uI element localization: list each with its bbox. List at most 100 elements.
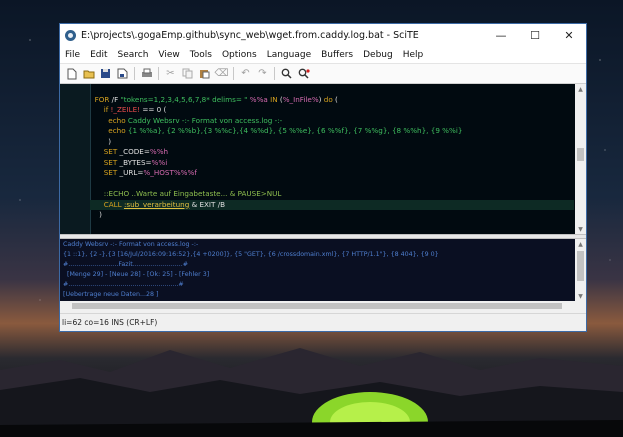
code-line[interactable]: 64 bbox=[90, 221, 574, 232]
output-line: [Menge 29] - [Neue 28] - [Ok: 25] - [Feh… bbox=[63, 271, 210, 278]
code-token: %%i bbox=[151, 157, 168, 167]
minimize-button[interactable]: — bbox=[484, 24, 518, 46]
code-area[interactable]: 51 52 FOR /F "tokens=1,2,3,4,5,6,7,8* de… bbox=[90, 84, 574, 234]
output-line: #.......................................… bbox=[63, 281, 184, 288]
menu-language[interactable]: Language bbox=[262, 50, 316, 60]
toolbar-separator bbox=[274, 67, 275, 80]
find-icon[interactable] bbox=[279, 66, 294, 81]
menu-file[interactable]: File bbox=[60, 50, 85, 60]
code-token: %_HOST%%%f bbox=[143, 168, 197, 177]
code-token: == 0 ( bbox=[142, 105, 167, 114]
undo-icon[interactable]: ↶ bbox=[238, 66, 253, 81]
scroll-thumb[interactable] bbox=[577, 251, 584, 281]
code-line[interactable]: 62 CALL :sub_verarbeitung & EXIT /B bbox=[90, 199, 574, 210]
title-bar[interactable]: E:\projects\.gogaEmp.github\sync_web\wge… bbox=[60, 24, 586, 46]
maximize-button[interactable]: ☐ bbox=[518, 24, 552, 46]
code-token: echo bbox=[94, 115, 128, 125]
code-editor[interactable]: 51 52 FOR /F "tokens=1,2,3,4,5,6,7,8* de… bbox=[60, 84, 586, 234]
code-token: & EXIT /B bbox=[189, 199, 226, 209]
code-line[interactable]: 59 SET _URL=%_HOST%%%f bbox=[90, 168, 574, 179]
code-token: Caddy Websrv -:- Format von access.log -… bbox=[127, 115, 283, 125]
code-token: {1 %%a}, {2 %%b},{3 %%c},{4 %%d}, {5 %%e… bbox=[127, 126, 463, 135]
code-token: echo bbox=[94, 126, 128, 135]
toolbar-separator bbox=[134, 67, 135, 80]
line-number-gutter bbox=[60, 84, 91, 234]
scroll-down-arrow-icon[interactable]: ▼ bbox=[575, 291, 586, 301]
status-text: li=62 co=16 INS (CR+LF) bbox=[62, 318, 158, 327]
code-token: ) bbox=[94, 136, 112, 146]
code-line[interactable]: 51 bbox=[90, 84, 574, 95]
code-line[interactable]: 60 bbox=[90, 179, 574, 190]
print-icon[interactable] bbox=[139, 66, 154, 81]
window-title: E:\projects\.gogaEmp.github\sync_web\wge… bbox=[81, 29, 419, 41]
menu-search[interactable]: Search bbox=[113, 50, 154, 60]
output-line: #.........................Fazit.........… bbox=[63, 261, 189, 268]
code-token: ::ECHO ..Warte auf Eingabetaste... & PAU… bbox=[94, 189, 282, 198]
code-token: ) bbox=[94, 210, 102, 219]
menu-bar: File Edit Search View Tools Options Lang… bbox=[60, 46, 586, 63]
code-token: /F bbox=[111, 94, 121, 104]
code-line[interactable]: 52 FOR /F "tokens=1,2,3,4,5,6,7,8* delim… bbox=[90, 95, 574, 106]
code-token: %_InFile% bbox=[282, 94, 319, 104]
code-token: if bbox=[94, 105, 111, 114]
code-token: SET bbox=[94, 168, 120, 177]
clear-icon[interactable]: ⌫ bbox=[214, 66, 229, 81]
code-token: "tokens=1,2,3,4,5,6,7,8* delims= " bbox=[120, 94, 250, 104]
code-line[interactable]: 55 echo {1 %%a}, {2 %%b},{3 %%c},{4 %%d}… bbox=[90, 126, 574, 137]
paste-icon[interactable] bbox=[197, 66, 212, 81]
code-line[interactable]: 56 ) bbox=[90, 137, 574, 148]
code-token: _BYTES= bbox=[119, 157, 152, 167]
toolbar-separator bbox=[158, 67, 159, 80]
scroll-up-arrow-icon[interactable]: ▲ bbox=[575, 239, 586, 249]
code-token: ( bbox=[335, 94, 338, 104]
close-button[interactable]: ✕ bbox=[552, 24, 586, 46]
menu-edit[interactable]: Edit bbox=[85, 50, 112, 60]
code-line[interactable]: 63 ) bbox=[90, 210, 574, 221]
code-token: IN bbox=[270, 94, 280, 104]
code-line[interactable]: 54 echo Caddy Websrv -:- Format von acce… bbox=[90, 116, 574, 127]
wallpaper-landscape bbox=[0, 348, 623, 437]
scroll-thumb[interactable] bbox=[72, 303, 562, 309]
code-token: _CODE= bbox=[119, 147, 150, 156]
menu-help[interactable]: Help bbox=[398, 50, 429, 60]
code-token: FOR bbox=[94, 94, 112, 104]
replace-icon[interactable] bbox=[296, 66, 311, 81]
copy-icon[interactable] bbox=[180, 66, 195, 81]
code-token: %%a bbox=[249, 94, 271, 104]
menu-options[interactable]: Options bbox=[217, 50, 262, 60]
code-line[interactable]: 53 if !_ZEILE! == 0 ( bbox=[90, 105, 574, 116]
scite-window[interactable]: E:\projects\.gogaEmp.github\sync_web\wge… bbox=[59, 23, 587, 332]
menu-tools[interactable]: Tools bbox=[185, 50, 217, 60]
redo-icon[interactable]: ↷ bbox=[255, 66, 270, 81]
code-token: do bbox=[323, 94, 336, 104]
code-token: SET bbox=[94, 157, 120, 167]
menu-buffers[interactable]: Buffers bbox=[316, 50, 358, 60]
scroll-up-arrow-icon[interactable]: ▲ bbox=[575, 84, 586, 94]
code-line[interactable]: 57 SET _CODE=%%h bbox=[90, 147, 574, 158]
menu-debug[interactable]: Debug bbox=[358, 50, 398, 60]
output-pane[interactable]: Caddy Websrv -:- Format von access.log -… bbox=[60, 239, 586, 301]
output-horizontal-scrollbar[interactable] bbox=[60, 301, 586, 311]
code-token: !_ZEILE! bbox=[110, 105, 143, 114]
scroll-down-arrow-icon[interactable]: ▼ bbox=[575, 224, 586, 234]
code-line[interactable]: 61 ::ECHO ..Warte auf Eingabetaste... & … bbox=[90, 189, 574, 200]
code-token: _URL= bbox=[119, 168, 144, 177]
cut-icon[interactable]: ✂ bbox=[163, 66, 178, 81]
output-line: Caddy Websrv -:- Format von access.log -… bbox=[63, 241, 199, 248]
editor-vertical-scrollbar[interactable]: ▲ ▼ bbox=[575, 84, 586, 234]
open-icon[interactable] bbox=[81, 66, 96, 81]
code-line[interactable]: 58 SET _BYTES=%%i bbox=[90, 158, 574, 169]
new-file-icon[interactable] bbox=[64, 66, 79, 81]
code-token: SET bbox=[94, 147, 120, 156]
save-as-icon[interactable] bbox=[115, 66, 130, 81]
menu-view[interactable]: View bbox=[153, 50, 184, 60]
output-vertical-scrollbar[interactable]: ▲ ▼ bbox=[575, 239, 586, 301]
code-token: CALL bbox=[94, 199, 124, 209]
save-icon[interactable] bbox=[98, 66, 113, 81]
code-token: %%h bbox=[149, 147, 169, 156]
output-text[interactable]: Caddy Websrv -:- Format von access.log -… bbox=[63, 240, 574, 300]
scite-app-icon bbox=[65, 29, 76, 41]
toolbar-separator bbox=[233, 67, 234, 80]
scroll-thumb[interactable] bbox=[577, 148, 584, 161]
code-token: :sub_verarbeitung bbox=[123, 199, 190, 209]
